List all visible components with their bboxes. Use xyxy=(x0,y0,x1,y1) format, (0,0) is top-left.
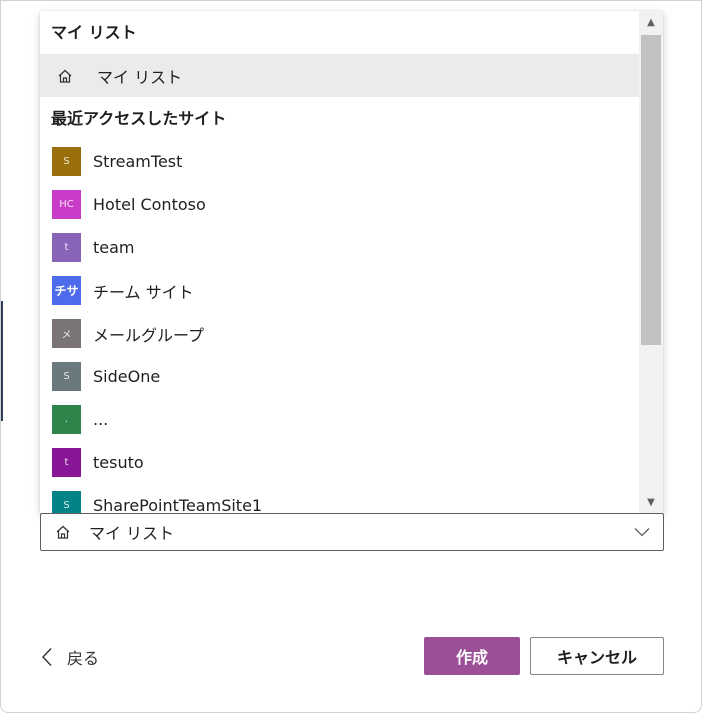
home-icon xyxy=(53,522,73,542)
scroll-thumb[interactable] xyxy=(641,35,661,345)
group-header-my-list: マイ リスト xyxy=(51,23,137,42)
scroll-down-arrow-icon[interactable]: ▼ xyxy=(639,491,663,513)
site-avatar-icon: S xyxy=(52,147,81,176)
site-option-label: ... xyxy=(93,410,109,429)
dropdown-selected-value: マイ リスト xyxy=(89,524,175,543)
chevron-left-icon xyxy=(39,647,55,667)
site-option-label: tesuto xyxy=(93,453,144,472)
home-icon xyxy=(55,66,75,86)
option-label: マイ リスト xyxy=(97,67,183,87)
site-option-label: チーム サイト xyxy=(93,282,194,302)
site-avatar-icon: メ xyxy=(52,319,81,348)
option-my-list[interactable]: マイ リスト xyxy=(40,54,639,97)
site-option-label: StreamTest xyxy=(93,152,183,171)
back-button-label: 戻る xyxy=(67,649,100,668)
group-header-recent-sites: 最近アクセスしたサイト xyxy=(51,109,227,128)
site-option[interactable]: HC Hotel Contoso xyxy=(40,183,639,226)
site-option-label: Hotel Contoso xyxy=(93,195,206,214)
site-option[interactable]: t team xyxy=(40,226,639,269)
site-option-label: SharePointTeamSite1 xyxy=(93,496,263,513)
site-option-label: team xyxy=(93,238,135,257)
save-location-dropdown[interactable]: マイ リスト xyxy=(40,513,664,551)
site-option-label: メールグループ xyxy=(93,325,205,345)
site-option[interactable]: S SharePointTeamSite1 xyxy=(40,484,639,513)
site-option[interactable]: メメールグループ xyxy=(40,312,639,355)
scroll-up-arrow-icon[interactable]: ▲ xyxy=(639,11,663,33)
site-avatar-icon: HC xyxy=(52,190,81,219)
site-avatar-icon: . xyxy=(52,405,81,434)
cancel-button[interactable]: キャンセル xyxy=(530,637,664,675)
site-option-label: SideOne xyxy=(93,367,161,386)
site-option[interactable]: チサ チーム サイト xyxy=(40,269,639,312)
backdrop-strip xyxy=(1,301,3,421)
chevron-down-icon xyxy=(633,523,651,541)
create-button[interactable]: 作成 xyxy=(424,637,520,675)
site-avatar-icon: t xyxy=(52,448,81,477)
site-option[interactable]: S StreamTest xyxy=(40,140,639,183)
create-list-dialog: マイ リスト マイ リスト 最近アクセスしたサイト S StreamTest HC H… xyxy=(0,0,702,713)
site-avatar-icon: S xyxy=(52,491,81,513)
save-location-options: マイ リスト マイ リスト 最近アクセスしたサイト S StreamTest HC H… xyxy=(40,11,639,513)
site-avatar-icon: チサ xyxy=(52,276,81,305)
back-button[interactable]: 戻る xyxy=(39,641,99,673)
save-location-popup: マイ リスト マイ リスト 最近アクセスしたサイト S StreamTest HC H… xyxy=(40,11,663,513)
site-option[interactable]: S SideOne xyxy=(40,355,639,398)
site-avatar-icon: S xyxy=(52,362,81,391)
site-option[interactable]: .... xyxy=(40,398,639,441)
popup-scrollbar[interactable]: ▲ ▼ xyxy=(639,11,663,513)
site-option[interactable]: t tesuto xyxy=(40,441,639,484)
site-avatar-icon: t xyxy=(52,233,81,262)
